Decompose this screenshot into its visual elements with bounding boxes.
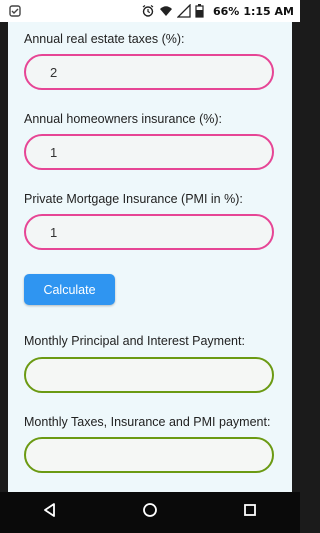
battery-percent: 66% xyxy=(213,4,240,18)
navigation-bar xyxy=(0,492,300,533)
pmi-label: Private Mortgage Insurance (PMI in %): xyxy=(24,192,243,206)
home-button[interactable] xyxy=(130,493,170,533)
android-notification-icon xyxy=(8,4,22,18)
wifi-icon xyxy=(159,4,173,18)
signal-icon xyxy=(176,3,191,18)
status-bar: 66% 1:15 AM xyxy=(0,0,300,22)
calculate-button[interactable]: Calculate xyxy=(24,274,115,305)
taxes-label: Annual real estate taxes (%): xyxy=(24,32,185,46)
calculator-content: Annual real estate taxes (%): Annual hom… xyxy=(8,22,292,492)
taxes-insurance-pmi-output[interactable] xyxy=(24,437,274,473)
recents-icon xyxy=(243,503,257,522)
principal-interest-output[interactable] xyxy=(24,357,274,393)
back-icon xyxy=(42,502,58,523)
insurance-label: Annual homeowners insurance (%): xyxy=(24,112,223,126)
taxes-input[interactable] xyxy=(24,54,274,90)
taxes-insurance-pmi-label: Monthly Taxes, Insurance and PMI payment… xyxy=(24,415,271,429)
clock: 1:15 AM xyxy=(243,4,294,18)
alarm-icon xyxy=(141,4,155,18)
battery-icon xyxy=(195,4,209,18)
insurance-input[interactable] xyxy=(24,134,274,170)
principal-interest-label: Monthly Principal and Interest Payment: xyxy=(24,334,245,348)
recents-button[interactable] xyxy=(230,493,270,533)
back-button[interactable] xyxy=(30,493,70,533)
pmi-input[interactable] xyxy=(24,214,274,250)
home-icon xyxy=(142,502,158,523)
